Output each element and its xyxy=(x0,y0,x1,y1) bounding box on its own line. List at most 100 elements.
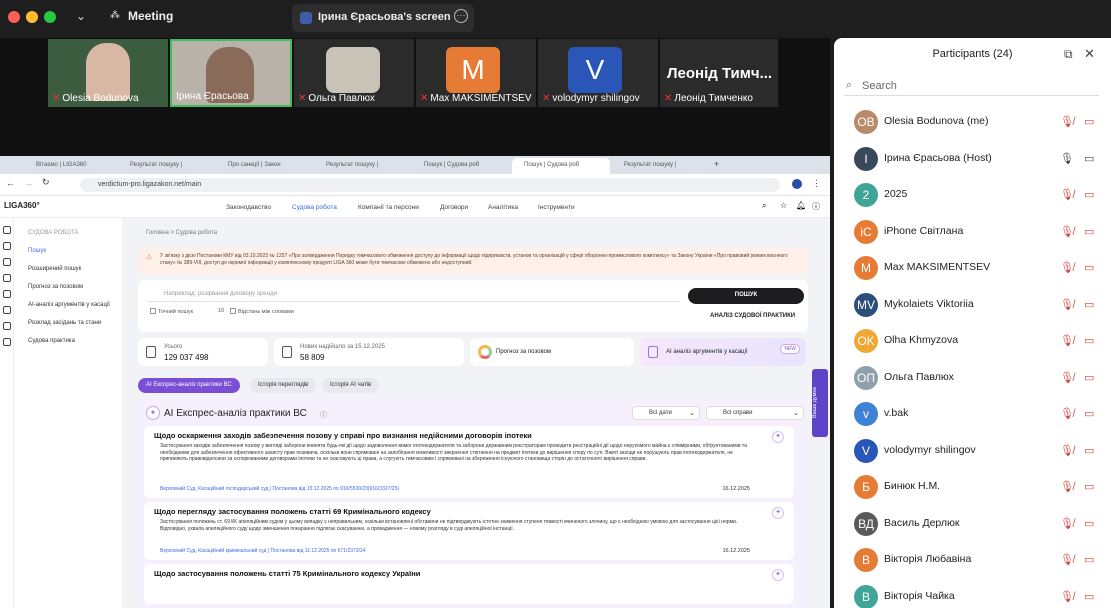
tag-icon[interactable] xyxy=(3,290,11,298)
nav-legislation[interactable]: Законодавство xyxy=(226,204,271,211)
camera-off-icon[interactable]: ▭ xyxy=(1084,590,1094,603)
participant-row[interactable]: 2 2025 🎙︎̸ ▭ xyxy=(834,177,1111,214)
mic-off-icon[interactable]: 🎙︎̸ xyxy=(1060,371,1074,384)
ai-chat-icon[interactable]: ✦ xyxy=(772,569,784,581)
nav-court-work[interactable]: Судова робота xyxy=(292,204,337,211)
list-icon[interactable] xyxy=(3,306,11,314)
nav-contracts[interactable]: Договори xyxy=(440,204,468,211)
video-tile[interactable]: M ✕ Max MAKSIMENTSEV xyxy=(416,39,536,107)
participant-search-input[interactable]: ⌕ Search xyxy=(844,78,1099,96)
mic-off-icon[interactable]: 🎙︎̸ xyxy=(1060,553,1074,566)
browser-tab[interactable]: Результат пошуку | xyxy=(314,158,410,174)
sidebar-item-practice[interactable]: Судова практика xyxy=(28,338,122,344)
more-icon[interactable]: ··· xyxy=(454,9,468,23)
participant-row[interactable]: ОП Ольга Павлюх 🎙︎̸ ▭ xyxy=(834,360,1111,397)
result-item[interactable]: Щодо перегляду застосування положень ста… xyxy=(144,502,794,560)
sidebar-item-advanced-search[interactable]: Розширений пошук xyxy=(28,266,122,272)
participant-row[interactable]: Vvolodymyr shilingov 🎙︎̸ ▭ xyxy=(834,433,1111,470)
result-item[interactable]: Щодо оскарження заходів забезпечення поз… xyxy=(144,426,794,498)
video-tile[interactable]: V ✕ volodymyr shilingov xyxy=(538,39,658,107)
chart-icon[interactable] xyxy=(3,322,11,330)
globe-icon[interactable] xyxy=(3,338,11,346)
video-tile[interactable]: ✕ Olesia Bodunova xyxy=(48,39,168,107)
cases-dropdown[interactable]: Всі справи ⌄ xyxy=(706,406,804,420)
home-icon[interactable] xyxy=(3,226,11,234)
camera-off-icon[interactable]: ▭ xyxy=(1084,188,1094,201)
practice-analysis-button[interactable]: АНАЛІЗ СУДОВОЇ ПРАКТИКИ xyxy=(710,313,795,319)
bank-icon[interactable] xyxy=(3,242,11,250)
camera-off-icon[interactable]: ▭ xyxy=(1084,334,1094,347)
result-source[interactable]: Верховний Суд, Касаційний господарський … xyxy=(160,486,399,492)
mic-off-icon[interactable]: 🎙︎̸ xyxy=(1060,590,1074,603)
url-field[interactable]: verdictum-pro.ligazakon.net/main xyxy=(80,178,780,192)
forward-icon[interactable]: → xyxy=(24,178,33,188)
mic-off-icon[interactable]: 🎙︎̸ xyxy=(1060,225,1074,238)
browser-tab[interactable]: Пошук | Судова роб xyxy=(412,158,510,174)
ai-analysis-card[interactable]: AI аналіз аргументів у касації NEW xyxy=(640,338,806,366)
result-source[interactable]: Верховний Суд, Касаційний кримінальний с… xyxy=(160,548,366,554)
mic-off-icon[interactable]: 🎙︎̸ xyxy=(1060,188,1074,201)
participant-row[interactable]: В Вікторія Любавіна 🎙︎̸ ▭ xyxy=(834,542,1111,579)
ai-chat-icon[interactable]: ✦ xyxy=(772,507,784,519)
participant-row[interactable]: v v.bak 🎙︎̸ ▭ xyxy=(834,396,1111,433)
mic-icon[interactable]: 🎙︎ xyxy=(1060,152,1074,165)
stat-new-card[interactable]: Нових надійшло за 15.12.2025 58 809 xyxy=(274,338,464,366)
browser-tab[interactable]: Результат пошуку | xyxy=(612,158,710,174)
stat-all-card[interactable]: Усього 129 037 498 xyxy=(138,338,268,366)
camera-off-icon[interactable]: ▭ xyxy=(1084,298,1094,311)
participant-row[interactable]: І Ірина Єрасьова (Host) 🎙︎ ▭ xyxy=(834,141,1111,178)
feedback-tab[interactable]: Ваша думка xyxy=(812,369,828,437)
profile-icon[interactable] xyxy=(792,179,802,189)
distance-checkbox[interactable]: Відстань між словами xyxy=(230,308,294,315)
search-icon[interactable]: ⌕ xyxy=(762,201,766,211)
mic-off-icon[interactable]: 🎙︎̸ xyxy=(1060,444,1074,457)
briefcase-icon[interactable] xyxy=(3,274,11,282)
browser-tab[interactable]: Вітаємо | LIGA360 xyxy=(24,158,116,174)
camera-off-icon[interactable]: ▭ xyxy=(1084,444,1094,457)
video-tile[interactable]: Ірина Єрасьова xyxy=(170,39,292,107)
forecast-card[interactable]: Прогноз за позовом xyxy=(470,338,634,366)
search-button[interactable]: ПОШУК xyxy=(688,288,804,304)
sidebar-item-schedule[interactable]: Розклад засідань та стани xyxy=(28,320,122,326)
participant-row[interactable]: MV Mykolaiets Viktoriia 🎙︎̸ ▭ xyxy=(834,287,1111,324)
search-input[interactable]: Наприклад: розірвання договору оренди xyxy=(148,288,680,302)
camera-off-icon[interactable]: ▭ xyxy=(1084,115,1094,128)
maximize-window-button[interactable] xyxy=(44,11,56,23)
sidebar-item-search[interactable]: Пошук xyxy=(28,248,122,254)
mic-off-icon[interactable]: 🎙︎̸ xyxy=(1060,407,1074,420)
close-icon[interactable]: ✕ xyxy=(1084,46,1095,62)
camera-off-icon[interactable]: ▭ xyxy=(1084,517,1094,530)
participant-row[interactable]: Б Бинюк Н.М. 🎙︎̸ ▭ xyxy=(834,469,1111,506)
participant-row[interactable]: iC iPhone Світлана 🎙︎̸ ▭ xyxy=(834,214,1111,251)
mic-off-icon[interactable]: 🎙︎̸ xyxy=(1060,334,1074,347)
bell-icon[interactable]: 🔔︎ xyxy=(796,201,806,210)
video-tile[interactable]: ✕ Ольга Павлюх xyxy=(294,39,414,107)
camera-off-icon[interactable]: ▭ xyxy=(1084,261,1094,274)
exact-search-checkbox[interactable]: Точний пошук xyxy=(150,308,193,315)
participant-row[interactable]: OK Olha Khmyzova 🎙︎̸ ▭ xyxy=(834,323,1111,360)
new-tab-icon[interactable]: + xyxy=(714,159,719,169)
help-icon[interactable]: ⓘ xyxy=(812,201,820,212)
chevron-down-icon[interactable]: ⌄ xyxy=(76,9,86,23)
reload-icon[interactable]: ↻ xyxy=(42,177,50,188)
result-item[interactable]: Щодо застосування положень статті 75 Кри… xyxy=(144,564,794,604)
nav-analytics[interactable]: Аналітика xyxy=(488,204,518,211)
participant-row[interactable]: В Вікторія Чайка 🎙︎̸ ▭ xyxy=(834,579,1111,608)
browser-tab[interactable]: Про санкції | Закон xyxy=(216,158,312,174)
camera-off-icon[interactable]: ▭ xyxy=(1084,225,1094,238)
tab-ai-express[interactable]: AI Експрес-аналіз практики ВС xyxy=(138,378,240,393)
popout-icon[interactable]: ⧉ xyxy=(1064,47,1073,62)
mic-off-icon[interactable]: 🎙︎̸ xyxy=(1060,480,1074,493)
result-title[interactable]: Щодо перегляду застосування положень ста… xyxy=(154,507,431,516)
screen-share-tab[interactable]: Ірина Єрасьова's screen ··· xyxy=(292,4,474,32)
browser-tab[interactable]: Результат пошуку | xyxy=(118,158,214,174)
nav-companies[interactable]: Компанії та персони xyxy=(358,204,419,211)
ai-chat-icon[interactable]: ✦ xyxy=(772,431,784,443)
dates-dropdown[interactable]: Всі дати ⌄ xyxy=(632,406,700,420)
info-icon[interactable]: ⓘ xyxy=(320,410,327,420)
mic-off-icon[interactable]: 🎙︎̸ xyxy=(1060,261,1074,274)
result-title[interactable]: Щодо оскарження заходів забезпечення поз… xyxy=(154,431,532,440)
close-window-button[interactable] xyxy=(8,11,20,23)
tab-history[interactable]: Історія переглядів xyxy=(250,378,317,393)
liga-logo[interactable]: LIGA360° xyxy=(4,201,40,210)
